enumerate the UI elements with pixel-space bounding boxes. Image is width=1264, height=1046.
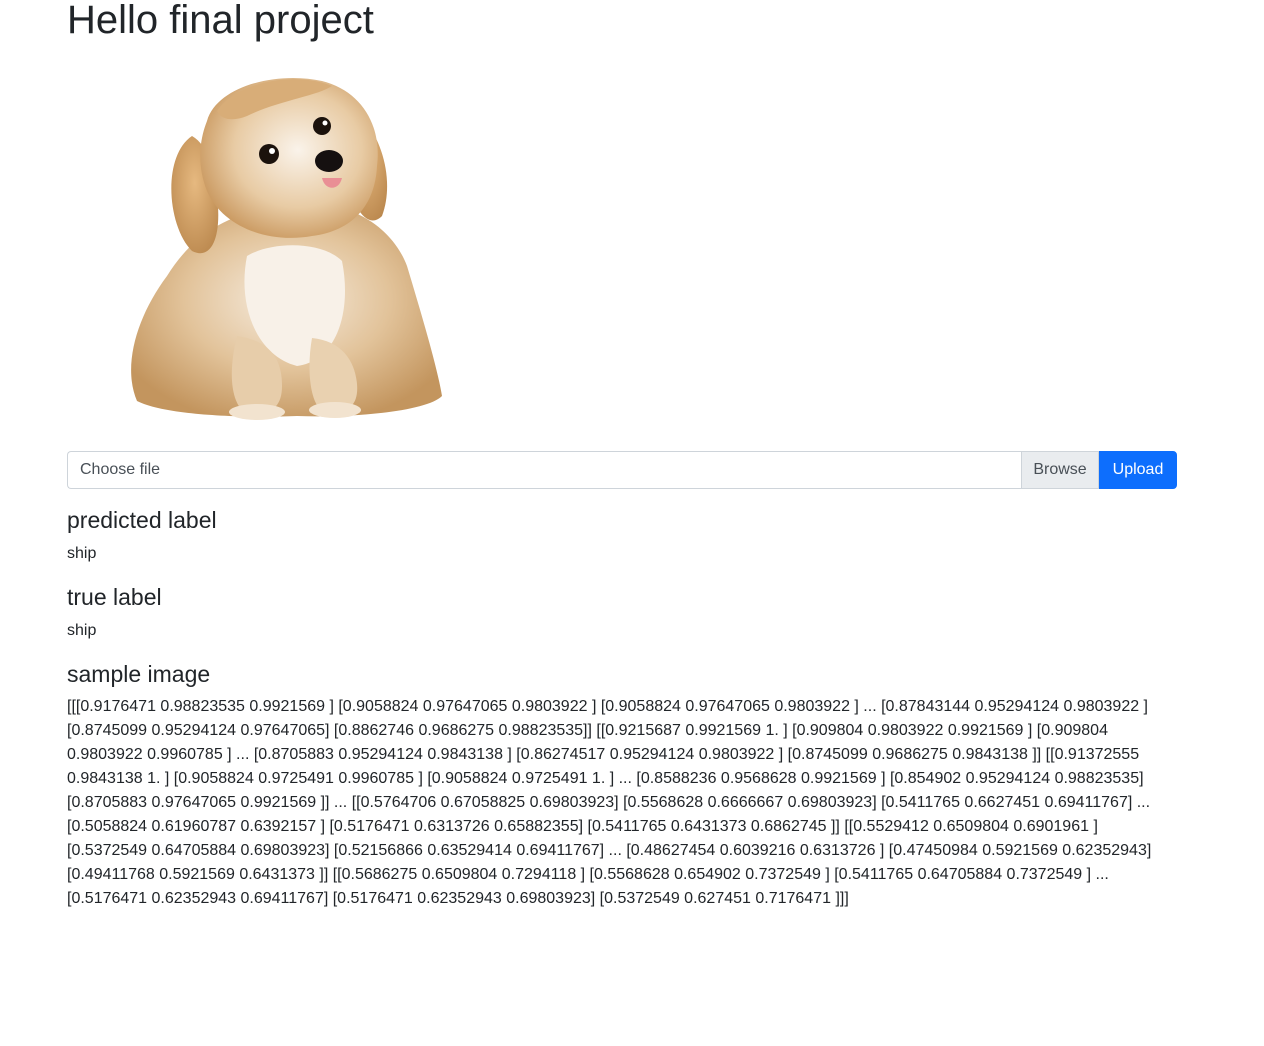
file-upload-group: Choose file Browse Upload — [67, 451, 1177, 489]
sample-image-heading: sample image — [67, 661, 211, 687]
predicted-label-heading: predicted label — [67, 507, 217, 533]
browse-button[interactable]: Browse — [1021, 451, 1099, 489]
uploaded-dog-image — [97, 66, 467, 422]
true-label-heading: true label — [67, 584, 162, 610]
page-title: Hello final project — [67, 0, 374, 42]
upload-button[interactable]: Upload — [1099, 451, 1177, 489]
predicted-label-value: ship — [67, 545, 97, 562]
true-label-value: ship — [67, 622, 97, 639]
file-input[interactable]: Choose file — [67, 451, 1021, 489]
sample-image-array: [[[0.9176471 0.98823535 0.9921569 ] [0.9… — [67, 698, 1152, 907]
